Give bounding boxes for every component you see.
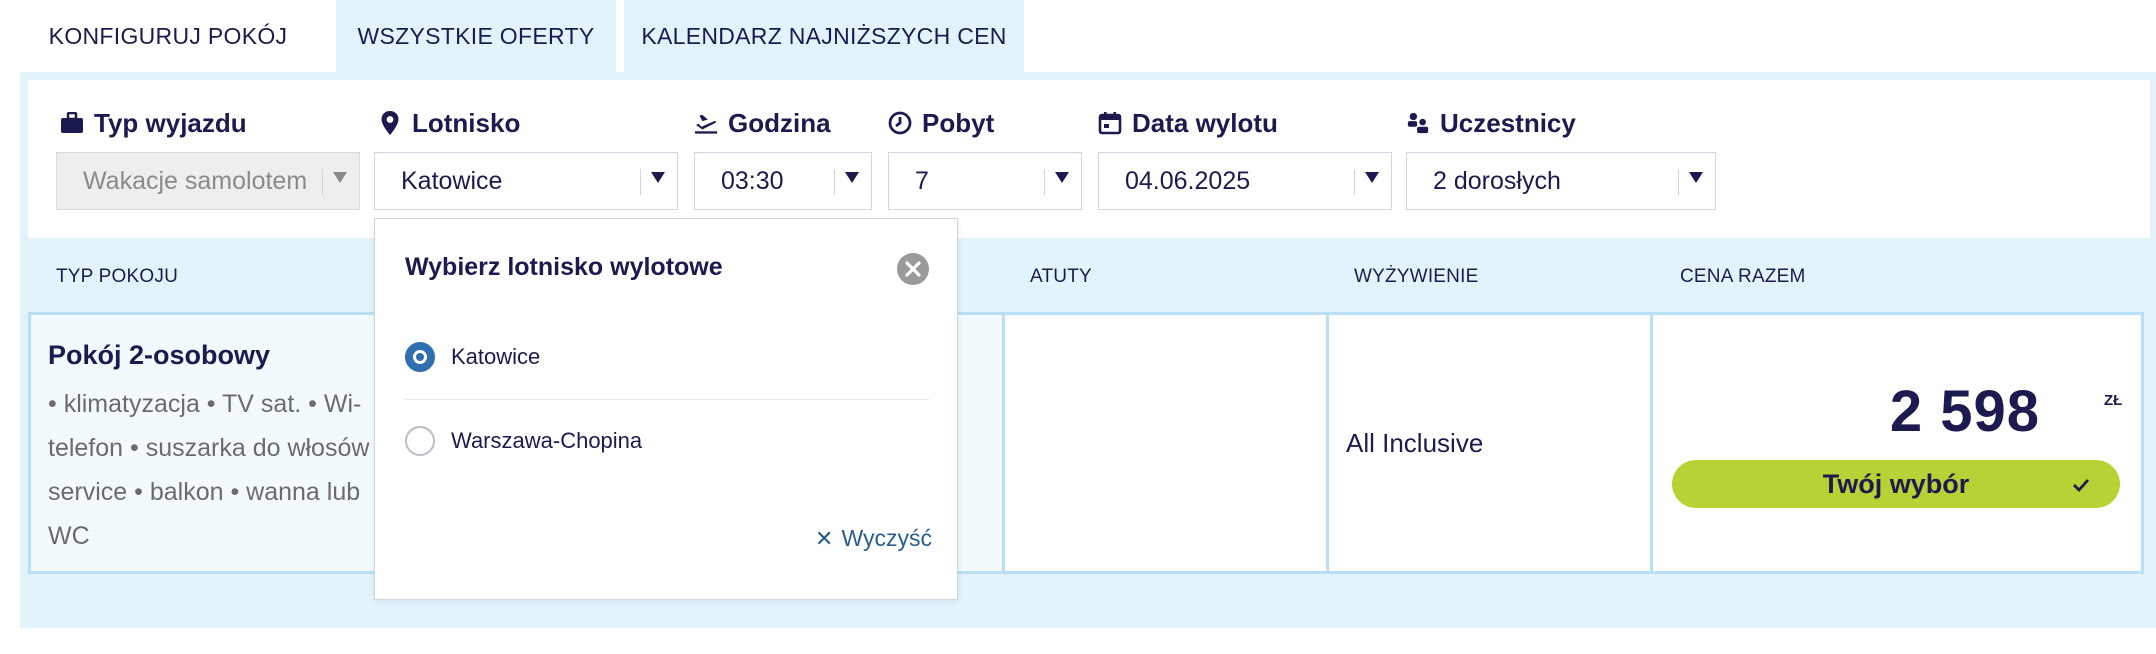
airport-label: Lotnisko xyxy=(412,107,521,138)
time-field: Godzina xyxy=(694,106,831,140)
airport-value: Katowice xyxy=(401,166,503,195)
trip-type-field: Typ wyjazdu xyxy=(60,106,247,140)
header-meal: WYŻYWIENIE xyxy=(1354,266,1479,287)
trip-type-label: Typ wyjazdu xyxy=(94,107,247,138)
departure-date-label: Data wylotu xyxy=(1132,107,1278,138)
participants-value: 2 dorosłych xyxy=(1433,166,1561,195)
tab-kalendarz-najnizszych-cen[interactable]: KALENDARZ NAJNIŻSZYCH CEN xyxy=(624,0,1024,72)
airport-field: Lotnisko xyxy=(378,106,520,140)
clear-x-icon: ✕ xyxy=(815,525,834,551)
participants-label: Uczestnicy xyxy=(1440,107,1576,138)
airport-dropdown: Wybierz lotnisko wylotowe Katowice Warsz… xyxy=(374,218,958,600)
radio-unselected-icon[interactable] xyxy=(405,426,435,456)
header-price: CENA RAZEM xyxy=(1680,266,1806,287)
tab-bar: KONFIGURUJ POKÓJ WSZYSTKIE OFERTY KALEND… xyxy=(20,0,1024,72)
participants-field: Uczestnicy xyxy=(1406,106,1576,140)
departure-date-field: Data wylotu xyxy=(1098,106,1278,140)
panel-bottom-spacer xyxy=(0,628,2156,654)
clear-label: Wyczyść xyxy=(841,525,932,551)
plane-departure-icon xyxy=(694,111,718,135)
stay-label: Pobyt xyxy=(922,107,995,138)
option-divider xyxy=(405,399,929,400)
participants-select[interactable]: 2 dorosłych xyxy=(1406,152,1716,210)
location-pin-icon xyxy=(378,111,402,135)
caret-down-icon xyxy=(651,172,665,183)
departure-date-select[interactable]: 04.06.2025 xyxy=(1098,152,1392,210)
suitcase-icon xyxy=(60,111,84,135)
trip-type-value: Wakacje samolotem xyxy=(83,166,308,195)
stay-field: Pobyt xyxy=(888,106,994,140)
caret-down-icon xyxy=(1689,172,1703,183)
trip-type-select[interactable]: Wakacje samolotem xyxy=(56,152,360,210)
price-value: 2 598 xyxy=(1889,379,2040,444)
header-room-type: TYP POKOJU xyxy=(56,266,179,287)
caret-down-icon xyxy=(1365,172,1379,183)
your-choice-label: Twój wybór xyxy=(1822,468,1970,499)
radio-selected-icon[interactable] xyxy=(405,342,435,372)
atuty-cell xyxy=(1002,312,1330,574)
stay-value: 7 xyxy=(915,166,929,195)
airport-dropdown-title: Wybierz lotnisko wylotowe xyxy=(405,253,723,281)
time-select[interactable]: 03:30 xyxy=(694,152,872,210)
airport-option-katowice[interactable]: Katowice xyxy=(405,337,540,377)
price-currency: zł xyxy=(2104,392,2123,409)
meal-value: All Inclusive xyxy=(1346,428,1484,458)
header-atuty: ATUTY xyxy=(1030,266,1092,287)
calendar-icon xyxy=(1098,111,1122,135)
time-label: Godzina xyxy=(728,107,831,138)
airport-option-warszawa-chopina[interactable]: Warszawa-Chopina xyxy=(405,421,642,461)
tab-wszystkie-oferty[interactable]: WSZYSTKIE OFERTY xyxy=(336,0,616,72)
airport-option-label: Katowice xyxy=(451,344,541,369)
your-choice-button[interactable]: Twój wybór xyxy=(1672,460,2120,508)
departure-date-value: 04.06.2025 xyxy=(1125,166,1251,195)
room-title: Pokój 2-osobowy xyxy=(48,340,271,370)
clock-icon xyxy=(888,111,912,135)
clear-button[interactable]: ✕ Wyczyść xyxy=(815,525,932,552)
people-icon xyxy=(1406,111,1430,135)
tab-konfiguruj-pokoj[interactable]: KONFIGURUJ POKÓJ xyxy=(20,0,316,72)
airport-select[interactable]: Katowice xyxy=(374,152,678,210)
airport-option-label: Warszawa-Chopina xyxy=(451,428,643,453)
caret-down-icon xyxy=(845,172,859,183)
stay-select[interactable]: 7 xyxy=(888,152,1082,210)
caret-down-icon xyxy=(333,172,347,183)
close-icon[interactable] xyxy=(897,253,929,285)
time-value: 03:30 xyxy=(721,166,784,195)
caret-down-icon xyxy=(1055,172,1069,183)
checkmark-icon xyxy=(2070,472,2092,503)
